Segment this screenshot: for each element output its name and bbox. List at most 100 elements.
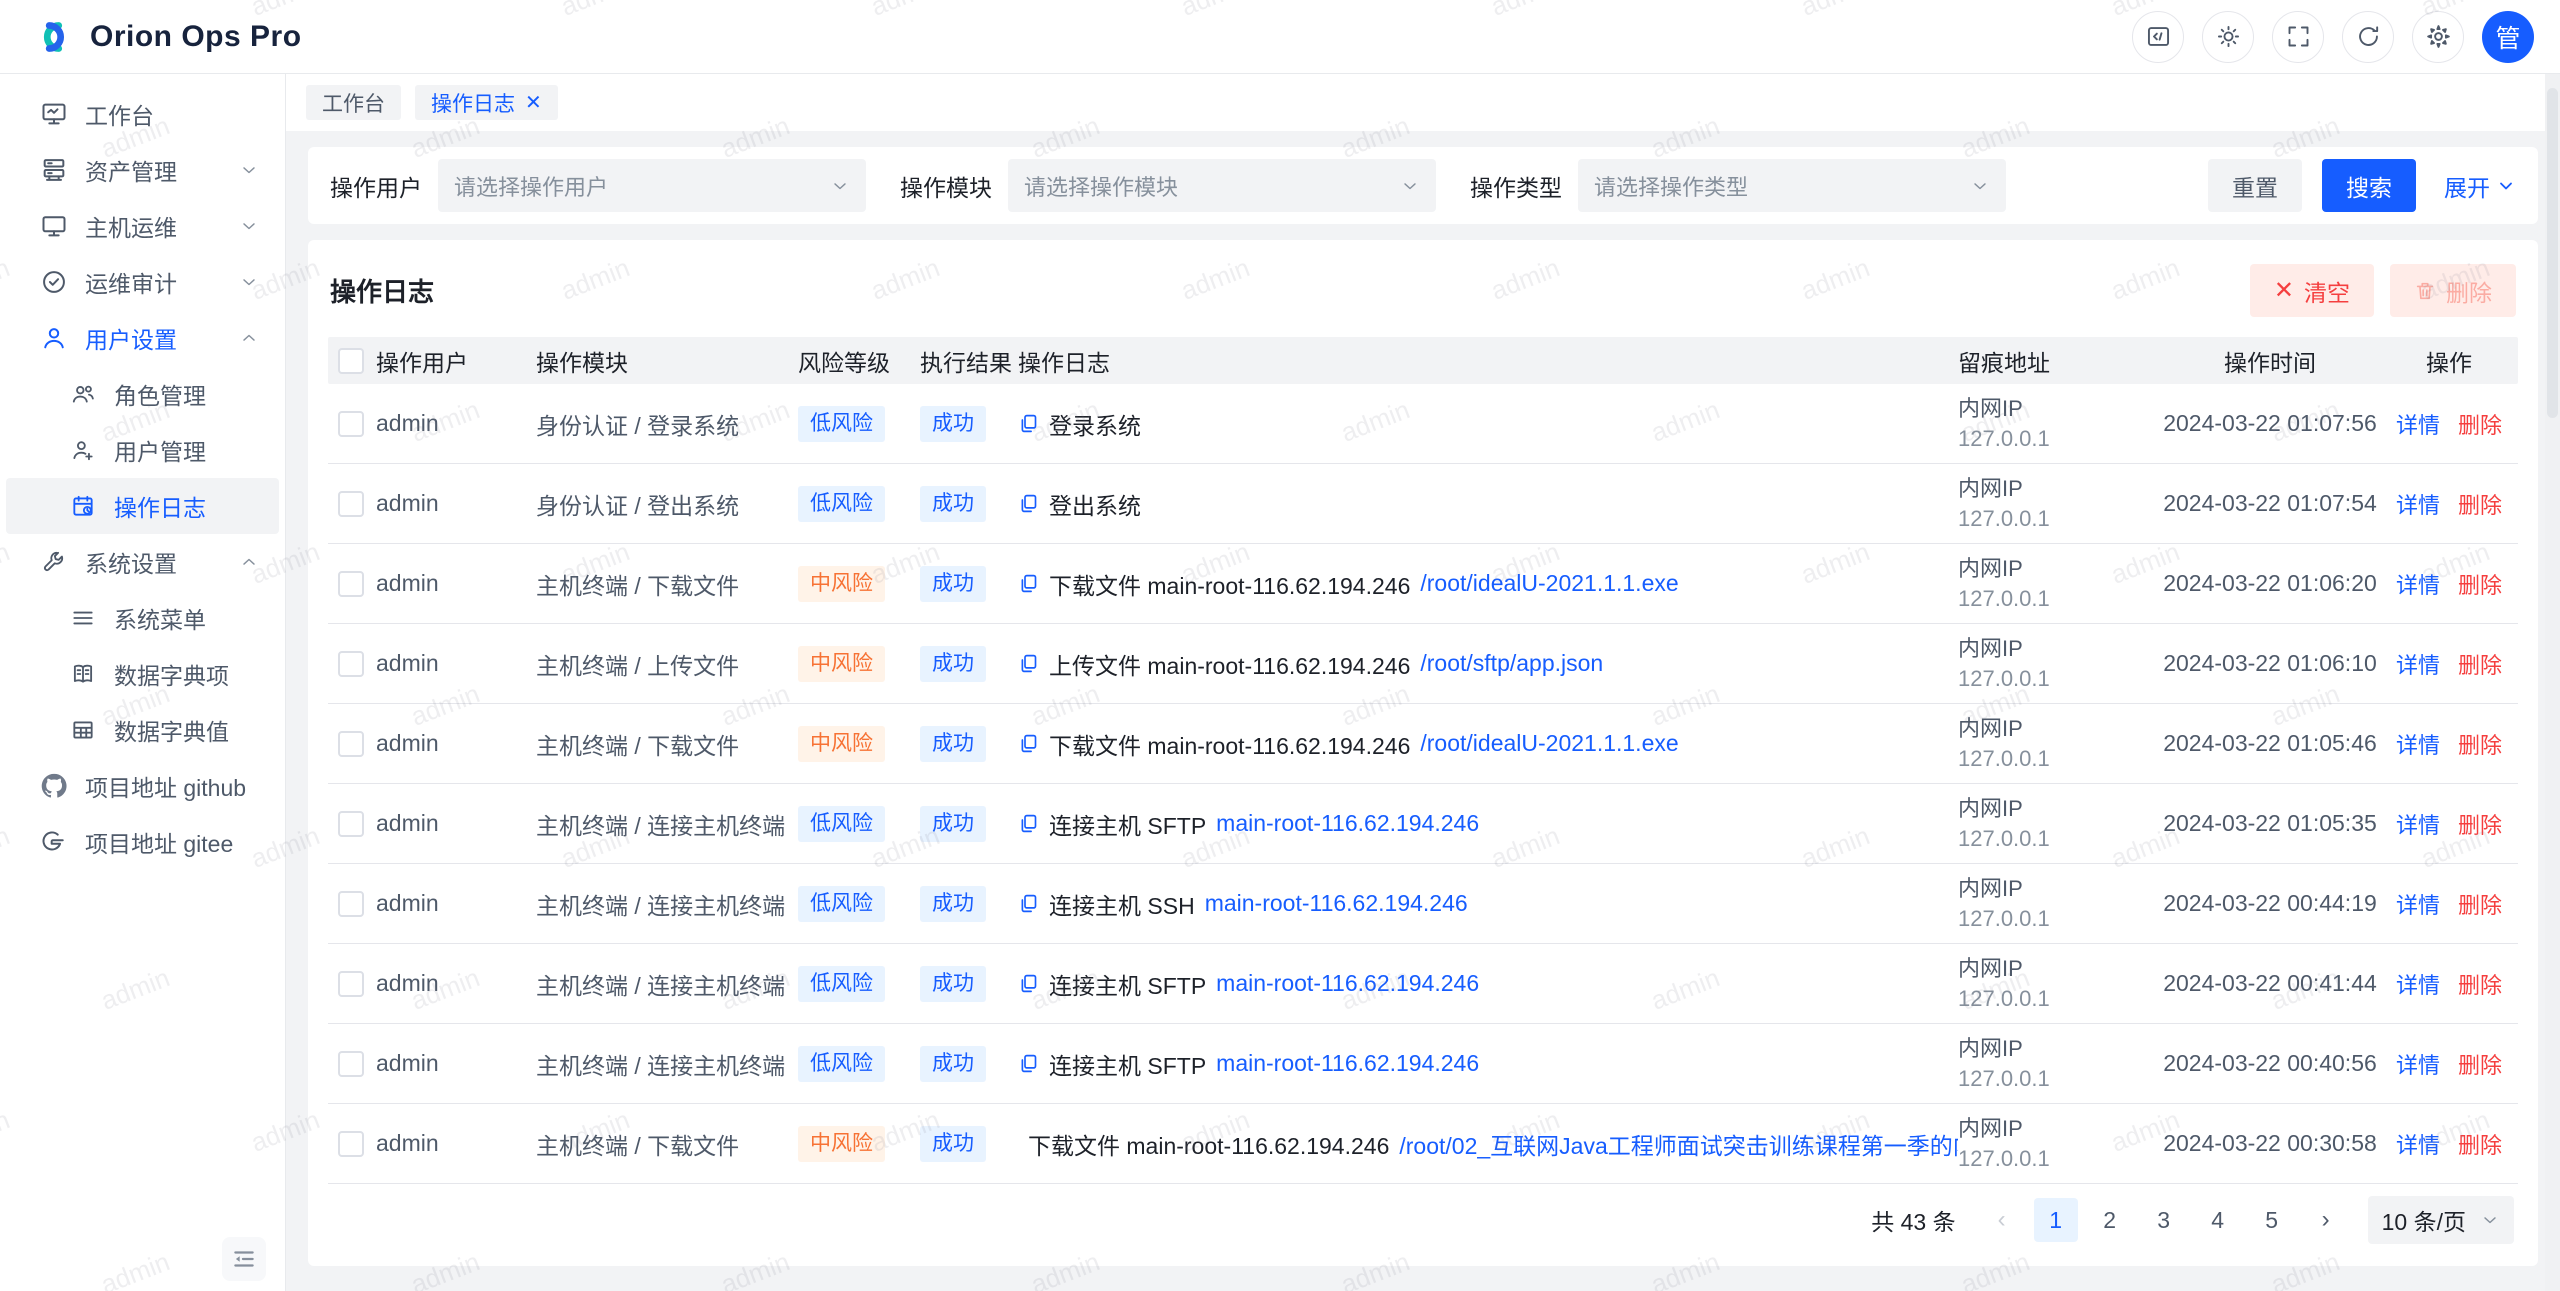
sidebar-item-sys-settings[interactable]: 系统设置 xyxy=(6,534,279,590)
trace-type: 内网IP xyxy=(1958,1034,2150,1064)
row-checkbox[interactable] xyxy=(338,1131,364,1157)
detail-link[interactable]: 详情 xyxy=(2396,493,2440,518)
filter-select-1[interactable]: 请选择操作模块 xyxy=(1008,159,1436,212)
detail-link[interactable]: 详情 xyxy=(2396,653,2440,678)
sidebar-item-ops-audit[interactable]: 运维审计 xyxy=(6,254,279,310)
prev-page-button[interactable]: ‹ xyxy=(1980,1198,2024,1242)
copy-icon[interactable] xyxy=(1018,573,1039,594)
log-link[interactable]: /root/idealU-2021.1.1.exe xyxy=(1420,730,1678,757)
sidebar-item-op-log[interactable]: 操作日志 xyxy=(6,478,279,534)
trace-type: 内网IP xyxy=(1958,954,2150,984)
page-button-1[interactable]: 1 xyxy=(2034,1198,2078,1242)
row-checkbox[interactable] xyxy=(338,731,364,757)
sidebar-item-user-settings[interactable]: 用户设置 xyxy=(6,310,279,366)
row-checkbox[interactable] xyxy=(338,1051,364,1077)
sidebar-item-gitee[interactable]: 项目地址 gitee xyxy=(6,814,279,870)
detail-link[interactable]: 详情 xyxy=(2396,573,2440,598)
page-button-3[interactable]: 3 xyxy=(2142,1198,2186,1242)
row-checkbox[interactable] xyxy=(338,811,364,837)
sidebar-item-label: 操作日志 xyxy=(114,489,259,523)
filter-label: 操作用户 xyxy=(330,169,422,203)
row-checkbox[interactable] xyxy=(338,891,364,917)
row-checkbox[interactable] xyxy=(338,411,364,437)
cell-trace: 内网IP 127.0.0.1 xyxy=(1958,874,2160,934)
row-delete-link[interactable]: 删除 xyxy=(2458,573,2502,598)
reset-button[interactable]: 重置 xyxy=(2208,159,2302,212)
detail-link[interactable]: 详情 xyxy=(2396,813,2440,838)
refresh-button[interactable] xyxy=(2342,11,2394,63)
row-delete-link[interactable]: 删除 xyxy=(2458,893,2502,918)
row-delete-link[interactable]: 删除 xyxy=(2458,653,2502,678)
cell-actions: 详情删除 xyxy=(2390,808,2518,840)
close-icon[interactable]: ✕ xyxy=(525,93,542,113)
row-delete-link[interactable]: 删除 xyxy=(2458,973,2502,998)
row-delete-link[interactable]: 删除 xyxy=(2458,1133,2502,1158)
copy-icon[interactable] xyxy=(1018,493,1039,514)
page-button-2[interactable]: 2 xyxy=(2088,1198,2132,1242)
select-all-checkbox[interactable] xyxy=(338,348,364,374)
row-delete-link[interactable]: 删除 xyxy=(2458,733,2502,758)
delete-button[interactable]: 删除 xyxy=(2390,264,2516,317)
expand-toggle[interactable]: 展开 xyxy=(2444,169,2516,203)
row-checkbox[interactable] xyxy=(338,971,364,997)
sidebar-item-github[interactable]: 项目地址 github xyxy=(6,758,279,814)
cell-time: 2024-03-22 01:05:35 xyxy=(2160,810,2390,837)
detail-link[interactable]: 详情 xyxy=(2396,413,2440,438)
row-delete-link[interactable]: 删除 xyxy=(2458,493,2502,518)
sidebar-item-role-mgmt[interactable]: 角色管理 xyxy=(6,366,279,422)
copy-icon[interactable] xyxy=(1018,1053,1039,1074)
user-avatar[interactable]: 管 xyxy=(2482,11,2534,63)
sidebar-item-dict-value[interactable]: 数据字典值 xyxy=(6,702,279,758)
sidebar-item-workbench[interactable]: 工作台 xyxy=(6,86,279,142)
copy-icon[interactable] xyxy=(1018,653,1039,674)
sidebar-item-sys-menu[interactable]: 系统菜单 xyxy=(6,590,279,646)
log-link[interactable]: /root/sftp/app.json xyxy=(1420,650,1603,677)
row-delete-link[interactable]: 删除 xyxy=(2458,413,2502,438)
log-link[interactable]: main-root-116.62.194.246 xyxy=(1216,970,1479,997)
log-link[interactable]: /root/idealU-2021.1.1.exe xyxy=(1420,570,1678,597)
tab-operation-log[interactable]: 操作日志✕ xyxy=(415,85,558,120)
copy-icon[interactable] xyxy=(1018,413,1039,434)
tab-workbench[interactable]: 工作台 xyxy=(306,85,401,120)
next-page-button[interactable]: › xyxy=(2304,1198,2348,1242)
settings-gear-button[interactable] xyxy=(2412,11,2464,63)
scrollbar-track[interactable] xyxy=(2545,74,2560,1291)
row-checkbox[interactable] xyxy=(338,491,364,517)
fullscreen-button[interactable] xyxy=(2272,11,2324,63)
detail-link[interactable]: 详情 xyxy=(2396,973,2440,998)
detail-link[interactable]: 详情 xyxy=(2396,1133,2440,1158)
page-button-4[interactable]: 4 xyxy=(2196,1198,2240,1242)
row-checkbox[interactable] xyxy=(338,651,364,677)
sidebar-item-user-mgmt[interactable]: 用户管理 xyxy=(6,422,279,478)
log-link[interactable]: main-root-116.62.194.246 xyxy=(1216,1050,1479,1077)
filter-select-2[interactable]: 请选择操作类型 xyxy=(1578,159,2006,212)
detail-link[interactable]: 详情 xyxy=(2396,733,2440,758)
log-link[interactable]: main-root-116.62.194.246 xyxy=(1216,810,1479,837)
page-size-select[interactable]: 10 条/页 xyxy=(2368,1196,2514,1244)
detail-link[interactable]: 详情 xyxy=(2396,893,2440,918)
theme-brightness-button[interactable] xyxy=(2202,11,2254,63)
detail-link[interactable]: 详情 xyxy=(2396,1053,2440,1078)
scrollbar-thumb[interactable] xyxy=(2547,88,2558,418)
sidebar-item-host-ops[interactable]: 主机运维 xyxy=(6,198,279,254)
page-button-5[interactable]: 5 xyxy=(2250,1198,2294,1242)
sidebar-item-dict-item[interactable]: 数据字典项 xyxy=(6,646,279,702)
code-preview-button[interactable] xyxy=(2132,11,2184,63)
copy-icon[interactable] xyxy=(1018,733,1039,754)
clear-button[interactable]: ✕ 清空 xyxy=(2250,264,2374,317)
copy-icon[interactable] xyxy=(1018,893,1039,914)
cell-trace: 内网IP 127.0.0.1 xyxy=(1958,794,2160,854)
cell-user: admin xyxy=(376,810,536,837)
row-delete-link[interactable]: 删除 xyxy=(2458,813,2502,838)
sidebar-item-assets[interactable]: 资产管理 xyxy=(6,142,279,198)
log-link[interactable]: main-root-116.62.194.246 xyxy=(1205,890,1468,917)
log-link[interactable]: /root/02_互联网Java工程师面试突击训练课程第一季的内容说明.zip xyxy=(1399,1127,1958,1161)
row-checkbox[interactable] xyxy=(338,571,364,597)
search-button[interactable]: 搜索 xyxy=(2322,159,2416,212)
filter-select-0[interactable]: 请选择操作用户 xyxy=(438,159,866,212)
copy-icon[interactable] xyxy=(1018,813,1039,834)
delete-label: 删除 xyxy=(2446,274,2492,308)
row-delete-link[interactable]: 删除 xyxy=(2458,1053,2502,1078)
copy-icon[interactable] xyxy=(1018,973,1039,994)
collapse-sidebar-button[interactable] xyxy=(222,1237,266,1281)
